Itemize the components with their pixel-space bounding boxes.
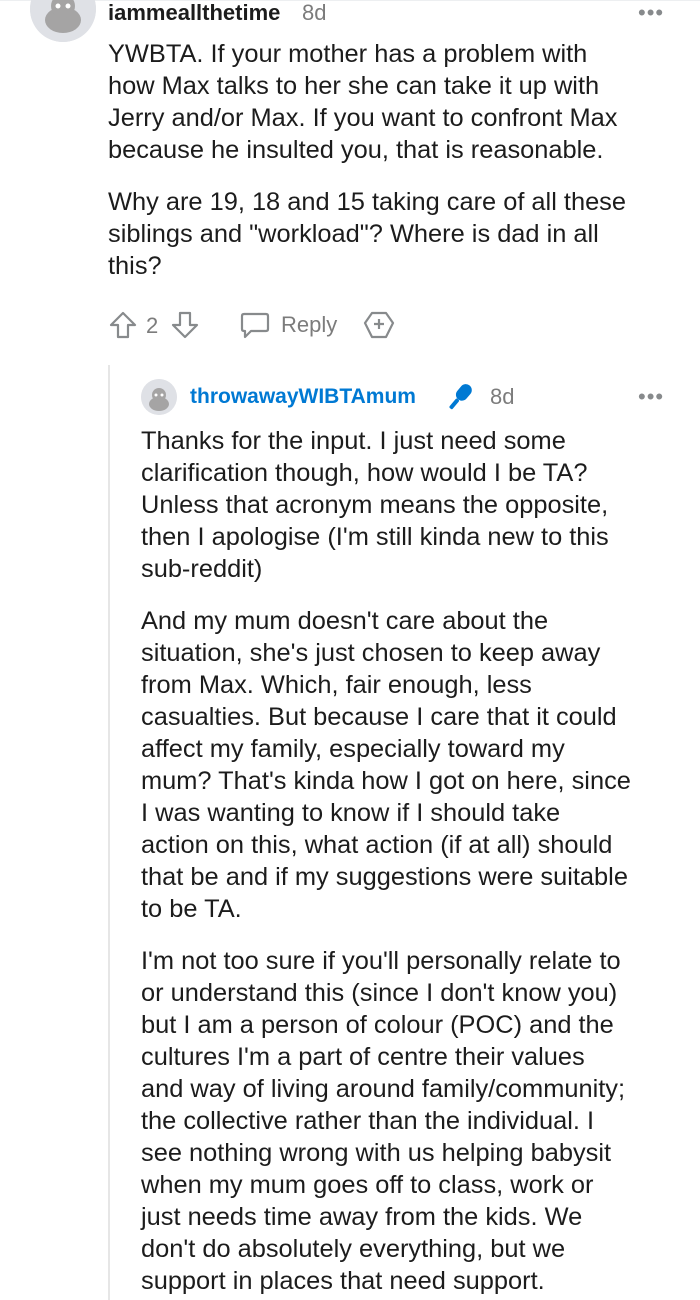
comment-paragraph-2: Why are 19, 18 and 15 taking care of all… — [108, 188, 627, 280]
microphone-icon — [443, 380, 477, 419]
reply-paragraph-1: Thanks for the input. I just need some c… — [141, 427, 609, 583]
comment-action-bar: 2 Reply — [108, 308, 408, 342]
vote-count: 2 — [146, 313, 159, 338]
user-avatar-icon[interactable] — [30, 0, 96, 42]
reply-button[interactable]: Reply — [239, 308, 349, 340]
award-icon[interactable] — [362, 309, 396, 341]
reply-icon — [239, 310, 271, 340]
comment-more-icon[interactable]: ••• — [638, 2, 664, 24]
top-divider — [0, 0, 700, 1]
reply-more-icon[interactable]: ••• — [638, 386, 664, 408]
reply-paragraph-2: And my mum doesn't care about the situat… — [141, 607, 631, 923]
thread-line[interactable] — [108, 365, 110, 1300]
reply-username[interactable]: throwawayWIBTAmum — [190, 385, 416, 409]
comment-timestamp: 8d — [302, 0, 327, 25]
upvote-icon[interactable] — [108, 310, 138, 340]
comment-username[interactable]: iammeallthetime — [108, 1, 280, 25]
downvote-icon[interactable] — [170, 310, 200, 340]
reply-label: Reply — [281, 312, 338, 337]
reply-paragraph-3: I'm not too sure if you'll personally re… — [141, 947, 626, 1295]
reply-timestamp: 8d — [490, 384, 515, 409]
reply-avatar-icon[interactable] — [141, 379, 177, 415]
comment-paragraph-1: YWBTA. If your mother has a problem with… — [108, 40, 618, 164]
